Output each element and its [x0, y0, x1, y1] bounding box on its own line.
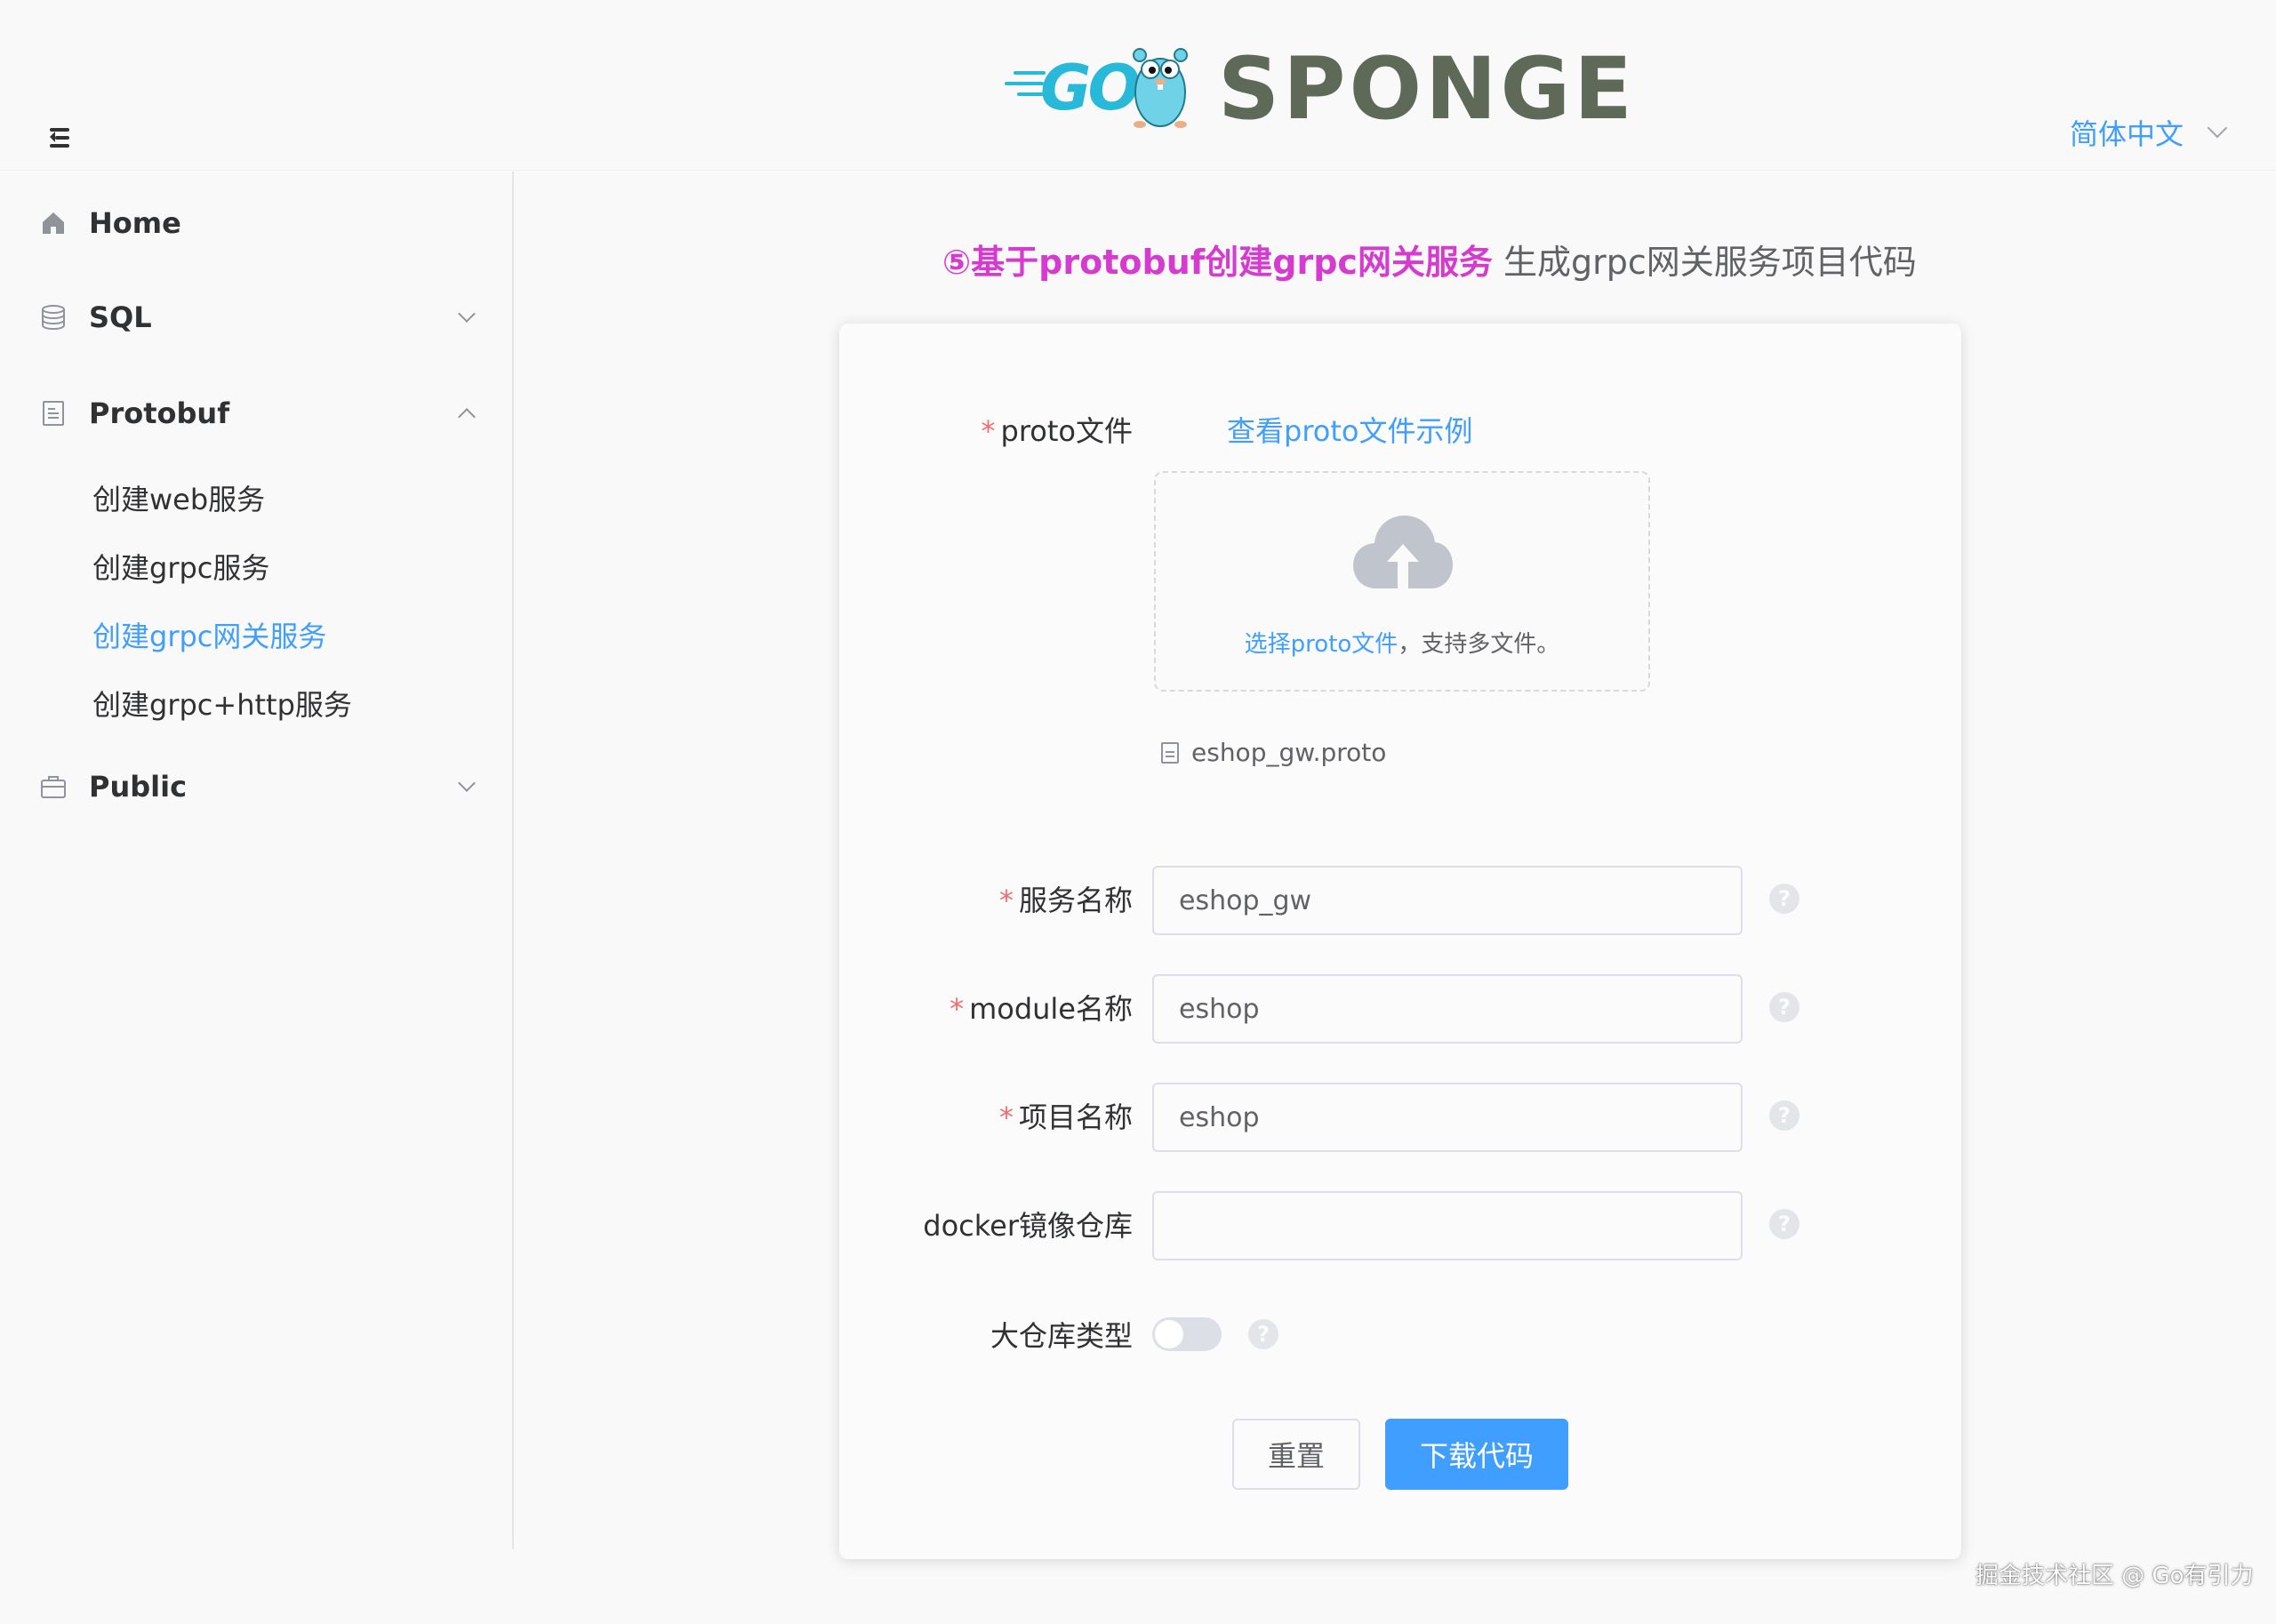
uploaded-file-name: eshop_gw.proto — [1191, 738, 1387, 767]
sponge-logo: GO SPONGE — [1005, 39, 1632, 139]
service-name-label: * 服务名称 — [998, 884, 1133, 917]
sidebar-item-label: Public — [89, 770, 188, 804]
project-name-label: * 项目名称 — [998, 1100, 1133, 1134]
docker-repo-input[interactable] — [1152, 1191, 1743, 1260]
monorepo-type-label: 大仓库类型 — [990, 1319, 1133, 1353]
service-name-input[interactable]: eshop_gw — [1152, 866, 1743, 935]
sidebar-item-sql[interactable]: SQL — [0, 282, 512, 353]
logo-go-text: GO — [1040, 52, 1141, 124]
proto-upload-dropzone[interactable]: 选择proto文件，支持多文件。 — [1154, 471, 1650, 692]
cloud-upload-icon — [1353, 516, 1453, 588]
help-icon[interactable]: ? — [1769, 1100, 1799, 1131]
watermark: 掘金技术社区 @ Go有引力 — [1975, 1563, 2254, 1589]
sidebar-subitem-create-grpc-gateway-service[interactable]: 创建grpc网关服务 — [92, 614, 326, 655]
sidebar-subitem-create-grpc-http-service[interactable]: 创建grpc+http服务 — [92, 683, 352, 724]
database-icon — [42, 305, 65, 331]
document-icon — [43, 401, 64, 426]
switch-knob — [1155, 1320, 1183, 1348]
sidebar-subitem-create-grpc-service[interactable]: 创建grpc服务 — [92, 546, 269, 587]
proto-file-label: * proto文件 — [981, 414, 1133, 448]
gopher-icon — [1133, 48, 1188, 128]
sidebar: Home SQL Protobuf 创建web服务 创建grpc服务 创建grp… — [0, 172, 514, 1549]
upload-hint: 选择proto文件，支持多文件。 — [1244, 631, 1560, 658]
sidebar-subitem-create-web-service[interactable]: 创建web服务 — [92, 477, 265, 518]
download-code-button[interactable]: 下载代码 — [1385, 1419, 1568, 1490]
chevron-down-icon — [458, 774, 476, 792]
language-selector[interactable]: 简体中文 — [2070, 112, 2228, 153]
help-icon[interactable]: ? — [1248, 1319, 1278, 1349]
sidebar-item-home[interactable]: Home — [0, 188, 512, 259]
module-name-label: * module名称 — [950, 992, 1133, 1026]
file-icon — [1161, 741, 1179, 764]
help-icon[interactable]: ? — [1769, 884, 1799, 914]
help-icon[interactable]: ? — [1769, 992, 1799, 1022]
language-label: 简体中文 — [2070, 117, 2184, 151]
select-proto-file-link[interactable]: 选择proto文件 — [1245, 631, 1398, 658]
sidebar-item-protobuf[interactable]: Protobuf — [0, 378, 512, 449]
docker-repo-label: docker镜像仓库 — [923, 1209, 1133, 1243]
page-title: ⑤基于protobuf创建grpc网关服务 生成grpc网关服务项目代码 — [942, 235, 1917, 284]
page-title-subtitle: 生成grpc网关服务项目代码 — [1492, 243, 1917, 282]
sidebar-item-label: SQL — [89, 300, 152, 334]
form-card: * proto文件 查看proto文件示例 选择proto文件，支持多文件。 es… — [839, 324, 1961, 1559]
menu-collapse-icon[interactable] — [44, 123, 75, 153]
chevron-down-icon — [458, 305, 476, 323]
logo-sponge-text: SPONGE — [1218, 39, 1636, 139]
briefcase-icon — [41, 776, 66, 798]
home-icon — [43, 212, 64, 234]
reset-button[interactable]: 重置 — [1232, 1419, 1360, 1490]
monorepo-type-switch[interactable] — [1152, 1317, 1222, 1351]
view-proto-example-link[interactable]: 查看proto文件示例 — [1227, 409, 1472, 450]
top-header: GO SPONGE 简体中文 — [0, 0, 2276, 171]
chevron-up-icon — [458, 408, 476, 426]
chevron-down-icon — [2207, 117, 2228, 139]
page-title-highlight: ⑤基于protobuf创建grpc网关服务 — [942, 243, 1493, 282]
project-name-input[interactable]: eshop — [1152, 1083, 1743, 1152]
module-name-input[interactable]: eshop — [1152, 974, 1743, 1044]
uploaded-file-item[interactable]: eshop_gw.proto — [1161, 738, 1386, 767]
help-icon[interactable]: ? — [1769, 1209, 1799, 1239]
sidebar-item-public[interactable]: Public — [0, 751, 512, 822]
sidebar-item-label: Protobuf — [89, 396, 230, 430]
sidebar-item-label: Home — [89, 206, 181, 240]
